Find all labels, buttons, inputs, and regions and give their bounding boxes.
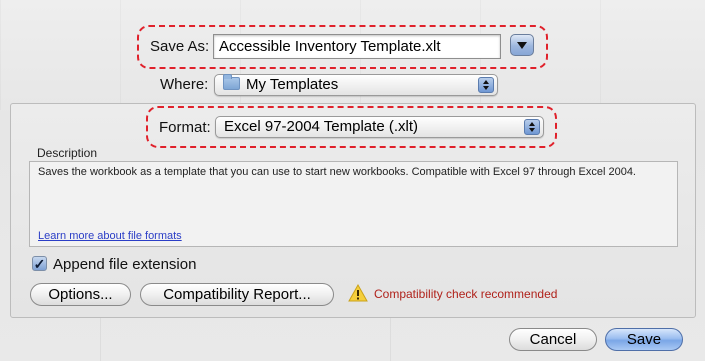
save-as-label: Save As: xyxy=(150,38,210,55)
warning-icon xyxy=(348,284,368,302)
options-button[interactable]: Options... xyxy=(30,283,131,306)
format-value: Excel 97-2004 Template (.xlt) xyxy=(224,118,418,135)
popup-arrows-icon xyxy=(524,119,540,135)
where-label: Where: xyxy=(160,76,209,93)
divider xyxy=(100,318,101,361)
checkmark-icon: ✓ xyxy=(33,255,46,272)
append-extension-label[interactable]: Append file extension xyxy=(53,256,196,273)
folder-icon xyxy=(223,74,240,90)
save-dialog: Save As: Accessible Inventory Template.x… xyxy=(0,0,705,361)
compatibility-report-button[interactable]: Compatibility Report... xyxy=(140,283,334,306)
description-heading: Description xyxy=(37,146,98,160)
where-value: My Templates xyxy=(246,76,339,93)
description-box: Saves the workbook as a template that yo… xyxy=(29,161,678,247)
compatibility-warning: Compatibility check recommended xyxy=(374,287,558,301)
append-extension-checkbox[interactable]: ✓ xyxy=(32,256,47,271)
learn-more-link[interactable]: Learn more about file formats xyxy=(38,230,182,242)
save-button[interactable]: Save xyxy=(605,328,683,351)
popup-arrows-icon xyxy=(478,77,494,93)
chevron-down-icon xyxy=(517,41,527,49)
cancel-button[interactable]: Cancel xyxy=(509,328,597,351)
description-text: Saves the workbook as a template that yo… xyxy=(38,166,636,178)
where-popup[interactable]: My Templates xyxy=(214,74,498,96)
expand-dialog-button[interactable] xyxy=(510,34,534,56)
format-label: Format: xyxy=(159,119,211,136)
divider xyxy=(390,318,391,361)
save-as-input[interactable]: Accessible Inventory Template.xlt xyxy=(213,34,501,59)
format-popup[interactable]: Excel 97-2004 Template (.xlt) xyxy=(215,116,544,138)
